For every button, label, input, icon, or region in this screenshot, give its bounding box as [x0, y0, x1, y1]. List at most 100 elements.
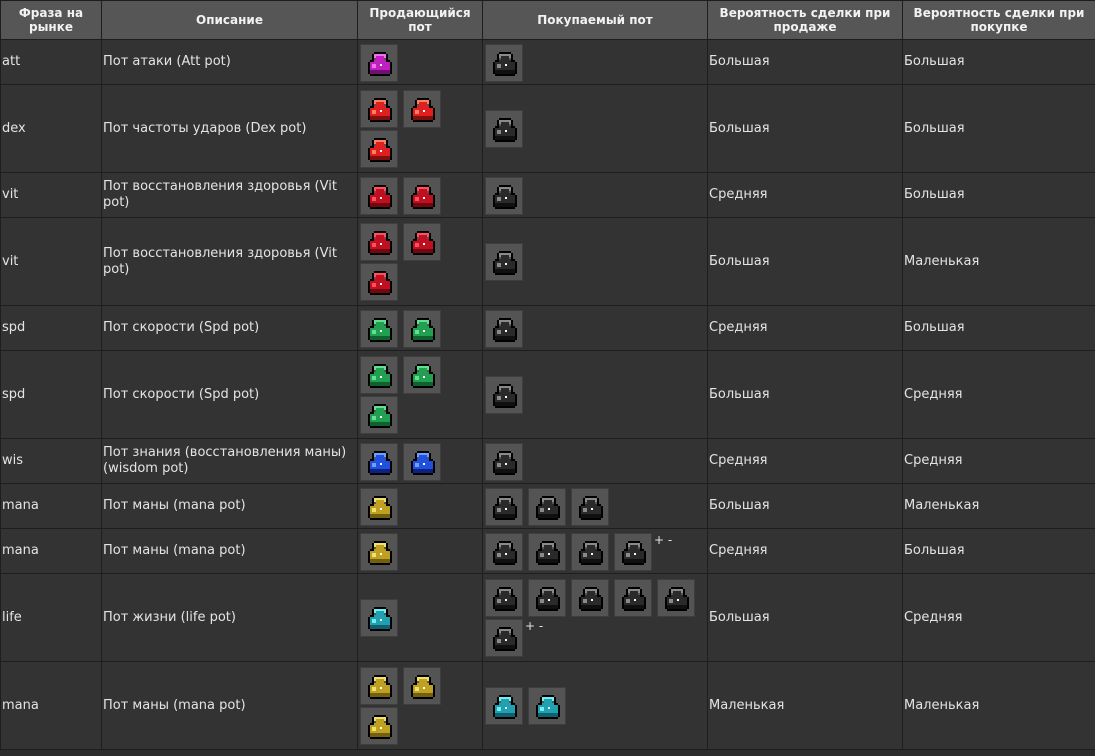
buy-potion-cell — [482, 661, 708, 750]
buy-probability-cell: Большая — [902, 84, 1095, 173]
header-sell-potion: Продающийся пот — [357, 0, 483, 40]
mana-potion-icon — [360, 667, 398, 705]
empty-potion-icon — [528, 487, 566, 526]
buy-probability-cell: Большая — [902, 39, 1095, 85]
buy-potion-cell: + - — [482, 573, 708, 662]
table-row: att Пот атаки (Att pot) Большая Большая — [0, 39, 1095, 85]
header-phrase: Фраза на рынке — [0, 0, 102, 40]
description-cell: Пот маны (mana pot) — [101, 483, 358, 529]
buy-probability-cell: Маленькая — [902, 661, 1095, 750]
empty-potion-icon — [485, 376, 523, 414]
description-cell: Пот жизни (life pot) — [101, 573, 358, 662]
table-row: mana Пот маны (mana pot) Большая Маленькая — [0, 483, 1095, 529]
sell-probability-cell: Средняя — [707, 438, 903, 484]
vit-potion-icon — [403, 223, 441, 261]
buy-probability-cell: Средняя — [902, 438, 1095, 484]
phrase-cell: spd — [0, 305, 102, 351]
description-cell: Пот маны (mana pot) — [101, 661, 358, 750]
sell-potion-cell — [357, 528, 483, 574]
table-row: mana Пот маны (mana pot) Маленькая Маленька… — [0, 661, 1095, 750]
buy-potion-cell — [482, 84, 708, 173]
sell-probability-cell: Маленькая — [707, 661, 903, 750]
empty-potion-icon — [657, 579, 695, 617]
empty-potion-icon — [485, 579, 523, 617]
empty-potion-icon — [485, 176, 523, 215]
life-potion-icon — [528, 687, 566, 725]
spd-potion-icon — [360, 356, 398, 394]
sell-probability-cell: Средняя — [707, 172, 903, 218]
empty-potion-icon — [485, 309, 523, 348]
description-cell: Пот восстановления здоровья (Vit pot) — [101, 172, 358, 218]
sell-probability-cell: Большая — [707, 573, 903, 662]
spd-potion-icon — [403, 309, 441, 348]
buy-potion-cell — [482, 305, 708, 351]
market-table: Фраза на рынке Описание Продающийся пот … — [0, 0, 1095, 750]
sell-potion-cell — [357, 438, 483, 484]
sell-probability-cell: Большая — [707, 483, 903, 529]
phrase-cell: spd — [0, 350, 102, 439]
sell-probability-cell: Большая — [707, 84, 903, 173]
mana-potion-icon — [403, 667, 441, 705]
empty-potion-icon — [485, 442, 523, 481]
wis-potion-icon — [403, 442, 441, 481]
vit-potion-icon — [360, 176, 398, 215]
phrase-cell: wis — [0, 438, 102, 484]
table-row: mana Пот маны (mana pot) + - Средняя Большая — [0, 528, 1095, 574]
empty-potion-icon — [528, 532, 566, 571]
description-cell: Пот скорости (Spd pot) — [101, 350, 358, 439]
sell-probability-cell: Средняя — [707, 528, 903, 574]
table-row: vit Пот восстановления здоровья (Vit pot)… — [0, 217, 1095, 306]
header-description: Описание — [101, 0, 358, 40]
empty-potion-icon — [571, 532, 609, 571]
sell-potion-cell — [357, 305, 483, 351]
buy-potion-cell: + - — [482, 528, 708, 574]
sell-potion-cell — [357, 217, 483, 306]
phrase-cell: mana — [0, 483, 102, 529]
phrase-cell: life — [0, 573, 102, 662]
header-buy-probability: Вероятность сделки при покупке — [902, 0, 1095, 40]
buy-potion-cell — [482, 39, 708, 85]
att-potion-icon — [360, 43, 398, 82]
vit-potion-icon — [360, 263, 398, 301]
header-buy-potion: Покупаемый пот — [482, 0, 708, 40]
header-sell-probability: Вероятность сделки при продаже — [707, 0, 903, 40]
buy-potion-cell — [482, 350, 708, 439]
life-potion-icon — [360, 599, 398, 637]
plus-minus-note: + - — [525, 619, 544, 633]
description-cell: Пот знания (восстановления маны) (wisdom… — [101, 438, 358, 484]
empty-potion-icon — [485, 532, 523, 571]
buy-probability-cell: Большая — [902, 172, 1095, 218]
sell-potion-cell — [357, 661, 483, 750]
sell-potion-cell — [357, 172, 483, 218]
buy-probability-cell: Средняя — [902, 573, 1095, 662]
description-cell: Пот восстановления здоровья (Vit pot) — [101, 217, 358, 306]
phrase-cell: mana — [0, 528, 102, 574]
mana-potion-icon — [360, 487, 398, 526]
description-cell: Пот маны (mana pot) — [101, 528, 358, 574]
table-row: dex Пот частоты ударов (Dex pot) Большая Бо… — [0, 84, 1095, 173]
mana-potion-icon — [360, 532, 398, 571]
dex-potion-icon — [403, 90, 441, 128]
sell-potion-cell — [357, 573, 483, 662]
buy-potion-cell — [482, 217, 708, 306]
table-row: vit Пот восстановления здоровья (Vit pot)… — [0, 172, 1095, 218]
buy-probability-cell: Большая — [902, 528, 1095, 574]
empty-potion-icon — [571, 487, 609, 526]
empty-potion-icon — [485, 243, 523, 281]
buy-potion-cell — [482, 483, 708, 529]
empty-potion-icon — [614, 579, 652, 617]
phrase-cell: att — [0, 39, 102, 85]
empty-potion-icon — [485, 619, 523, 657]
buy-probability-cell: Большая — [902, 305, 1095, 351]
plus-minus-note: + - — [654, 532, 673, 547]
phrase-cell: vit — [0, 172, 102, 218]
wis-potion-icon — [360, 442, 398, 481]
sell-probability-cell: Большая — [707, 39, 903, 85]
sell-potion-cell — [357, 84, 483, 173]
table-row: spd Пот скорости (Spd pot) Средняя Большая — [0, 305, 1095, 351]
phrase-cell: vit — [0, 217, 102, 306]
empty-potion-icon — [614, 532, 652, 571]
table-row: life Пот жизни (life pot) + - Большая Средня… — [0, 573, 1095, 662]
sell-potion-cell — [357, 39, 483, 85]
dex-potion-icon — [360, 130, 398, 168]
